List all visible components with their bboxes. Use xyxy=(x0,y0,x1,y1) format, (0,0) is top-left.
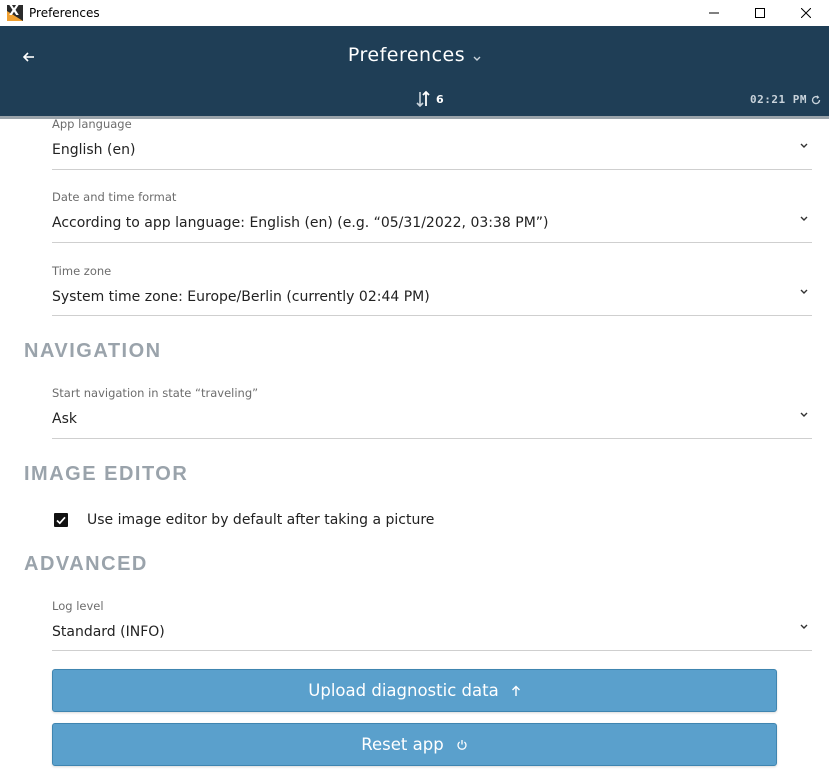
chevron-down-icon xyxy=(473,45,481,67)
refresh-icon xyxy=(811,94,821,104)
chevron-down-icon xyxy=(800,136,808,154)
page-title: Preferences xyxy=(347,44,466,66)
arrow-up-icon xyxy=(511,685,521,697)
date-time-format-select[interactable]: Date and time format According to app la… xyxy=(52,190,812,243)
window-controls xyxy=(691,0,829,26)
image-editor-option[interactable]: Use image editor by default after taking… xyxy=(54,512,434,528)
checkbox-label: Use image editor by default after taking… xyxy=(87,512,435,528)
field-label: App language xyxy=(52,119,132,131)
clock: 02:21 PM xyxy=(750,93,821,106)
field-value: System time zone: Europe/Berlin (current… xyxy=(52,289,430,305)
section-heading-image-editor: IMAGE EDITOR xyxy=(24,463,189,485)
field-value: According to app language: English (en) … xyxy=(52,215,549,231)
power-icon xyxy=(456,739,468,751)
upload-diagnostic-data-button[interactable]: Upload diagnostic data xyxy=(52,669,777,712)
reset-app-button[interactable]: Reset app xyxy=(52,723,777,766)
sync-indicator[interactable]: 6 xyxy=(416,90,444,108)
field-value: Standard (INFO) xyxy=(52,624,165,640)
app-logo-icon xyxy=(7,5,23,21)
chevron-down-icon xyxy=(800,209,808,227)
minimize-button[interactable] xyxy=(691,0,737,26)
close-icon xyxy=(801,8,811,18)
button-label: Upload diagnostic data xyxy=(308,681,499,700)
app-language-select[interactable]: App language English (en) xyxy=(52,119,812,170)
window-title: Preferences xyxy=(29,6,100,20)
chevron-down-icon xyxy=(800,617,808,635)
window-titlebar: Preferences xyxy=(0,0,829,26)
section-heading-navigation: NAVIGATION xyxy=(24,340,162,362)
checkmark-icon xyxy=(56,516,66,524)
image-editor-checkbox[interactable] xyxy=(54,513,68,527)
clock-time: 02:21 PM xyxy=(750,93,807,106)
sync-arrows-icon xyxy=(416,90,430,108)
app-header: Preferences 6 02:21 PM xyxy=(0,26,829,116)
close-button[interactable] xyxy=(783,0,829,26)
section-heading-advanced: ADVANCED xyxy=(24,553,148,575)
sync-count: 6 xyxy=(436,92,444,106)
button-label: Reset app xyxy=(361,735,444,754)
field-label: Time zone xyxy=(52,264,112,278)
maximize-icon xyxy=(755,8,765,18)
field-value: Ask xyxy=(52,411,77,427)
field-label: Date and time format xyxy=(52,190,177,204)
minimize-icon xyxy=(709,12,719,14)
chevron-down-icon xyxy=(800,405,808,423)
field-label: Log level xyxy=(52,599,104,613)
page-title-dropdown[interactable]: Preferences xyxy=(0,44,829,67)
maximize-button[interactable] xyxy=(737,0,783,26)
start-navigation-select[interactable]: Start navigation in state “traveling” As… xyxy=(52,386,812,439)
field-value: English (en) xyxy=(52,142,136,158)
field-label: Start navigation in state “traveling” xyxy=(52,386,259,400)
log-level-select[interactable]: Log level Standard (INFO) xyxy=(52,599,812,651)
time-zone-select[interactable]: Time zone System time zone: Europe/Berli… xyxy=(52,264,812,316)
preferences-content: App language English (en) Date and time … xyxy=(0,119,829,778)
chevron-down-icon xyxy=(800,282,808,300)
